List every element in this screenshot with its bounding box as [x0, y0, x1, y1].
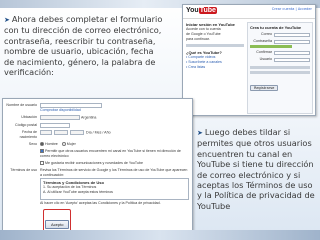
gender-female-label: Mujer	[66, 142, 76, 147]
gender-male-radio[interactable]	[40, 142, 44, 147]
findable-checkbox-label: Permitir que otros usuarios encuentren m…	[40, 149, 181, 159]
password-strength-bar	[250, 45, 292, 48]
youtube-signup-screenshot: YouTube Crear cuenta | Acceder Iniciar s…	[182, 4, 316, 116]
privacy-text: Al hacer clic en 'Acepto' aceptas las Co…	[40, 201, 161, 206]
signup-panel: Crea tu cuenta de YouTube Correo Contras…	[247, 22, 313, 114]
day-select[interactable]	[40, 130, 52, 136]
location-select[interactable]	[40, 115, 80, 121]
username-label: Nombre de usuario	[6, 103, 37, 107]
signin-column: Iniciar sesión en YouTube Accede con tu …	[186, 22, 244, 70]
confirm-password-field[interactable]	[274, 50, 310, 55]
month-select[interactable]	[54, 130, 68, 136]
instruction-text-2-content: Luego debes tildar si permites que otros…	[197, 127, 315, 211]
arrow-right-icon: ➤	[197, 129, 203, 137]
postal-code-label: Código postal	[15, 122, 37, 127]
signup-panel-title: Crea tu cuenta de YouTube	[250, 25, 302, 30]
email-field[interactable]	[274, 32, 310, 37]
slide-bottom-band	[0, 230, 320, 240]
divider	[250, 71, 310, 74]
top-links[interactable]: Crear cuenta | Acceder	[272, 7, 312, 11]
terms-scroll-box[interactable]: Términos y Condiciones de Uso 1. Su acep…	[40, 178, 189, 201]
feature-item[interactable]: • Crea listas	[186, 65, 244, 70]
field-label: Contraseña	[253, 39, 272, 43]
instruction-text-2: ➤ Luego debes tildar si permites que otro…	[197, 127, 318, 211]
arrow-right-icon: ➤	[4, 16, 10, 24]
instruction-text-1: ➤ Ahora debes completar el formulario con…	[4, 14, 164, 77]
field-label: Correo	[261, 32, 272, 36]
gender-male-label: Hombre	[45, 142, 58, 147]
username-input[interactable]	[40, 103, 102, 108]
terms-box-line: A. Al utilizar YouTube acepta estos térm…	[43, 190, 113, 195]
field-label: Usuario	[259, 57, 272, 61]
register-button[interactable]: Registrarse	[250, 85, 279, 91]
youtube-header: YouTube Crear cuenta | Acceder	[183, 5, 315, 19]
field-label: Confirmar	[256, 50, 272, 54]
accept-button[interactable]: Acepto	[45, 220, 70, 230]
newsletter-checkbox[interactable]	[40, 161, 44, 166]
year-select[interactable]	[70, 130, 84, 136]
gender-label: Sexo	[28, 142, 37, 147]
newsletter-checkbox-label: Me gustaría recibir comunicaciones y nov…	[45, 161, 143, 166]
gender-female-radio[interactable]	[61, 142, 66, 147]
signin-line: para continuar.	[186, 37, 210, 41]
location-label: Ubicación	[21, 115, 37, 120]
username-field[interactable]	[274, 57, 310, 62]
birthdate-label: Fecha de nacimiento	[19, 130, 37, 140]
check-availability-link[interactable]: Comprobar disponibilidad	[40, 108, 189, 113]
location-value: Argentina	[81, 115, 97, 120]
divider	[186, 44, 244, 47]
password-field[interactable]	[274, 39, 310, 44]
terms-intro: Revisa los Términos de servicio de Googl…	[40, 168, 188, 178]
divider	[250, 66, 310, 69]
terms-label: Términos de uso	[10, 168, 37, 173]
youtube-logo: YouTube	[186, 7, 217, 14]
findable-checkbox[interactable]	[40, 149, 44, 154]
accept-button-highlight: Acepto	[43, 209, 72, 233]
birthdate-hint: Día / Mes / Año	[86, 130, 111, 135]
instruction-text-1-content: Ahora debes completar el formulario con …	[4, 14, 163, 78]
postal-code-input[interactable]	[40, 122, 70, 128]
youtube-form-screenshot: Nombre de usuario Comprobar disponibilid…	[2, 98, 193, 234]
